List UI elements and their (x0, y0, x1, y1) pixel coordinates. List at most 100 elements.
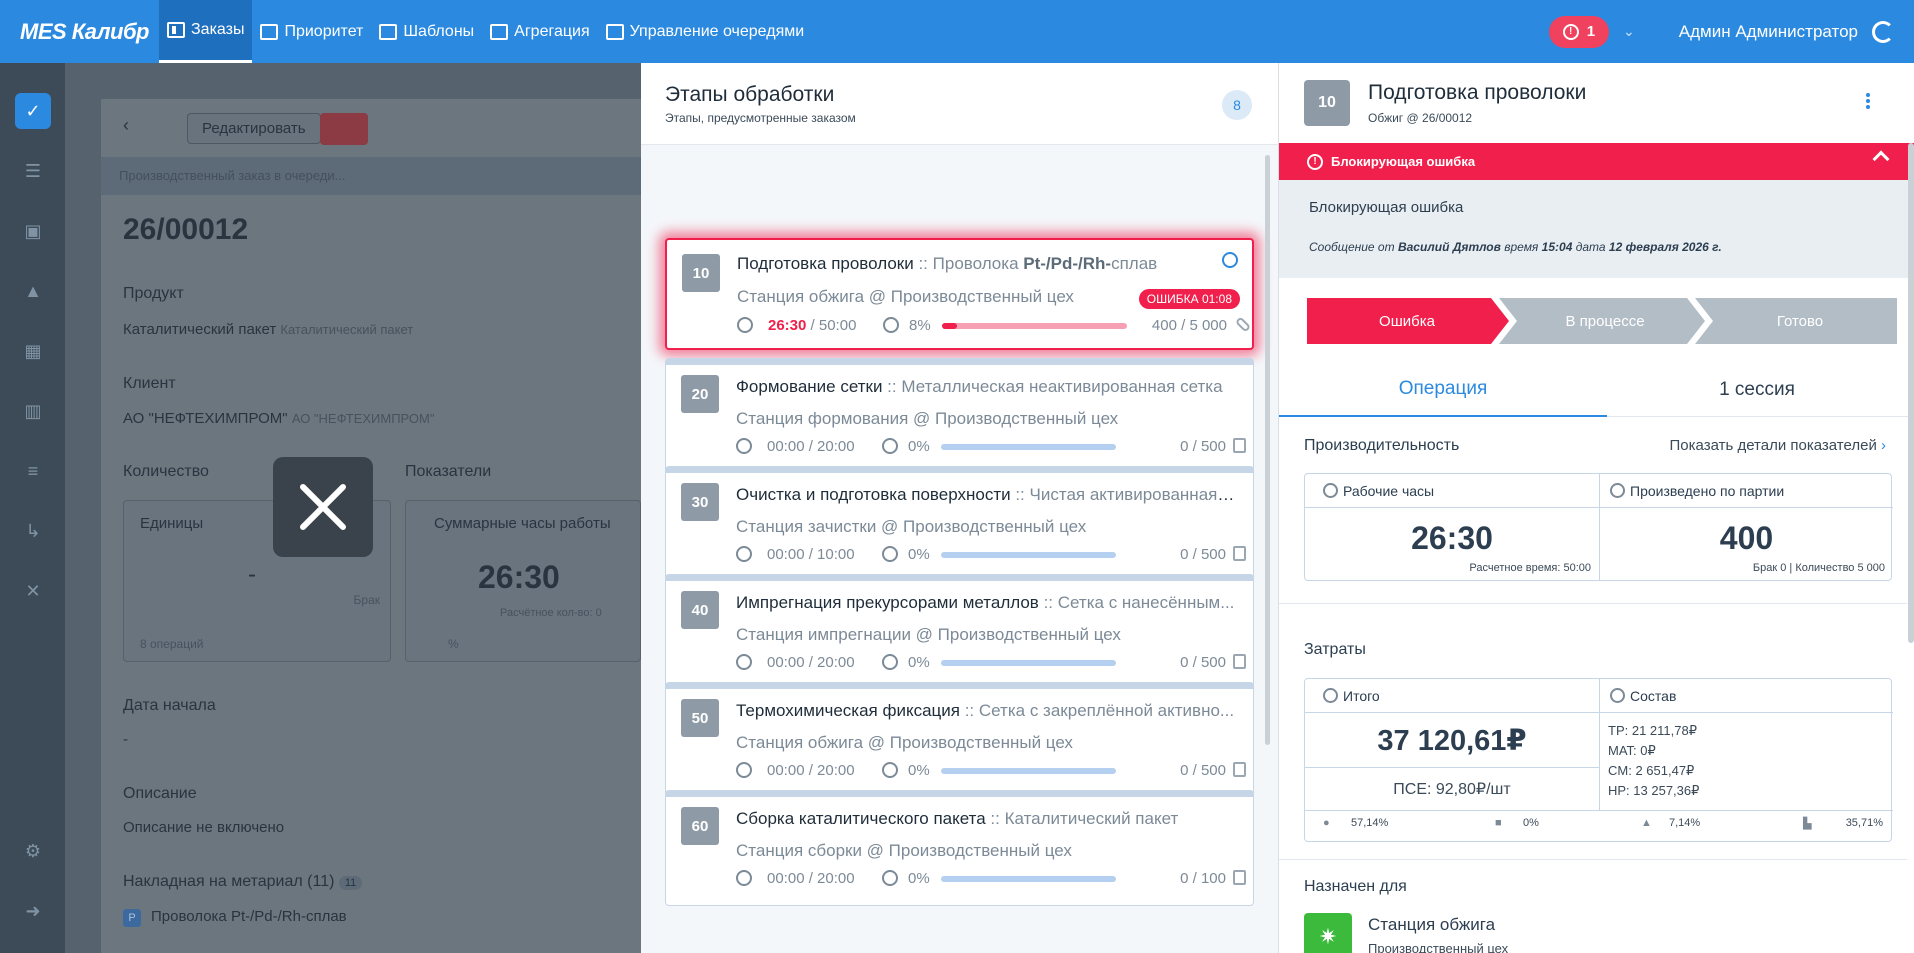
blocking-error-band[interactable]: ! Блокирующая ошибка (1279, 143, 1914, 180)
work-hours-value: 26:30 (1411, 520, 1493, 556)
stages-scrollbar[interactable] (1265, 155, 1270, 745)
back-icon[interactable]: ‹ (123, 115, 129, 136)
stage-card-40[interactable]: 40 Импрегнация прекурсорами металлов :: … (665, 574, 1254, 690)
assigned-station[interactable]: Станция обжига (1368, 915, 1495, 935)
tab-sessions[interactable]: 1 сессия (1607, 363, 1907, 417)
step-in-progress[interactable]: В процессе (1507, 298, 1703, 344)
top-navbar: MES Калибр Заказы Приоритет Шаблоны Агре… (0, 0, 1914, 63)
progress-pie-icon (882, 870, 898, 886)
stage-number: 60 (681, 807, 719, 845)
stage-metrics-row: 00:00 / 10:00 0% 0 / 500 (736, 545, 1246, 565)
show-metrics-link[interactable]: Показать детали показателей › (1670, 437, 1886, 454)
templates-icon (379, 23, 398, 40)
sidebar-filters-icon[interactable]: ☰ (15, 153, 51, 189)
nav-priority[interactable]: Приоритет (252, 0, 371, 63)
stage-material: Чистая активированная ... (1029, 485, 1236, 504)
copy-icon[interactable] (1233, 870, 1246, 885)
stage-percent: 0% (908, 870, 930, 887)
close-panel-button[interactable] (273, 457, 373, 557)
stage-title: Импрегнация прекурсорами металлов :: Сет… (736, 593, 1235, 612)
comp-tp: TP: 21 211,78₽ (1608, 723, 1697, 738)
alert-icon: ! (1562, 23, 1579, 40)
bom-item[interactable]: P Проволока Pt-/Pd-/Rh-сплав (123, 908, 347, 927)
orders-icon (167, 22, 185, 38)
logout-icon[interactable] (1872, 20, 1894, 43)
client-value-muted: АО "НЕФТЕХИМПРОМ" (291, 411, 435, 426)
nav-aggregation[interactable]: Агрегация (482, 0, 597, 63)
alert-count: 1 (1586, 23, 1596, 40)
stage-quantity: 0 / 500 (1180, 654, 1226, 671)
nav-orders[interactable]: Заказы (159, 0, 253, 63)
description-label: Описание (123, 785, 197, 802)
calc-label: Расчётное кол-во: 0 (500, 607, 602, 619)
composition-cell: Состав TP: 21 211,78₽ MAT: 0₽ CM: 2 651,… (1599, 679, 1893, 810)
factory-icon: ▙ (1803, 818, 1812, 830)
sidebar-stats-icon[interactable]: ▥ (15, 393, 51, 429)
stage-station: Станция обжига @ Производственный цех (736, 733, 1073, 752)
stage-percent: 0% (908, 546, 930, 563)
sidebar-route-icon[interactable]: ↳ (15, 513, 51, 549)
copy-icon[interactable] (1233, 438, 1246, 453)
stage-progress-fill (942, 323, 957, 329)
sidebar-save-icon[interactable]: ▣ (15, 213, 51, 249)
divider (1305, 810, 1893, 811)
comp-cm: CM: 2 651,47₽ (1608, 763, 1695, 778)
stage-station: Станция зачистки @ Производственный цех (736, 517, 1087, 536)
detail-scrollbar[interactable] (1908, 143, 1914, 643)
stage-progress-bar (941, 876, 1116, 882)
nav-templates[interactable]: Шаблоны (371, 0, 482, 63)
divider (1305, 767, 1599, 768)
stages-panel: Этапы обработки Этапы, предусмотренные з… (641, 63, 1278, 953)
stage-card-30[interactable]: 30 Очистка и подготовка поверхности :: Ч… (665, 466, 1254, 582)
copy-icon[interactable] (1233, 762, 1246, 777)
work-hours-note: Расчетное время: 50:00 (1469, 562, 1591, 574)
client-label: Клиент (123, 375, 176, 392)
sidebar-tools-icon[interactable]: ✕ (15, 573, 51, 609)
nav-templates-label: Шаблоны (403, 22, 475, 40)
error-text: Блокирующая ошибка (1309, 199, 1464, 216)
tab-operation[interactable]: Операция (1279, 363, 1607, 417)
stage-title-text: Очистка и подготовка поверхности (736, 485, 1011, 504)
tool-icon: ▲ (1641, 817, 1652, 829)
app-brand[interactable]: MES Калибр (0, 19, 159, 45)
stage-title-text: Термохимическая фиксация (736, 701, 960, 720)
stage-card-60[interactable]: 60 Сборка каталитического пакета :: Ката… (665, 790, 1254, 906)
edit-button[interactable]: Редактировать (187, 113, 321, 144)
copy-icon[interactable] (1233, 546, 1246, 561)
nav-queue-management[interactable]: Управление очередями (598, 0, 813, 63)
chevron-down-icon[interactable]: ⌄ (1623, 23, 1635, 40)
stage-material: Сетка с нанесённым... (1057, 593, 1235, 612)
sidebar-bars-icon[interactable]: ▦ (15, 333, 51, 369)
chevron-up-icon[interactable] (1872, 150, 1890, 168)
stage-material: Проволока Pt-/Pd-/Rh-сплав (933, 254, 1158, 273)
copy-icon[interactable] (1233, 654, 1246, 669)
product-value-text: Каталитический пакет (123, 321, 277, 338)
step-error[interactable]: Ошибка (1307, 298, 1507, 344)
sidebar-settings-icon[interactable]: ⚙ (15, 833, 51, 869)
stage-card-50[interactable]: 50 Термохимическая фиксация :: Сетка с з… (665, 682, 1254, 798)
stage-card-10[interactable]: 10 Подготовка проволоки :: Проволока Pt-… (665, 238, 1254, 350)
sidebar-orders-icon[interactable]: ✓ (15, 93, 51, 129)
stage-quantity: 0 / 100 (1180, 870, 1226, 887)
alerts-button[interactable]: ! 1 (1548, 15, 1610, 48)
user-menu[interactable]: Админ Администратор (1679, 22, 1858, 42)
stage-percent: 0% (908, 654, 930, 671)
product-value: Каталитический пакет Каталитический паке… (123, 321, 413, 338)
assigned-subtitle: Производственный цех (1368, 941, 1509, 953)
link-icon[interactable] (1222, 252, 1238, 268)
clock-icon (736, 762, 752, 778)
sidebar-exit-icon[interactable]: ➜ (15, 893, 51, 929)
sidebar-list-icon[interactable]: ≡ (15, 453, 51, 489)
stage-quantity: 400 / 5 000 (1151, 317, 1227, 334)
step-done[interactable]: Готово (1703, 298, 1897, 344)
more-menu-icon[interactable] (1866, 93, 1870, 109)
msg-date: 12 февраля 2026 г. (1608, 240, 1722, 254)
stage-number: 20 (681, 375, 719, 413)
stage-title: Формование сетки :: Металлическая неакти… (736, 377, 1223, 396)
delete-button[interactable] (320, 113, 368, 145)
status-band: Производственный заказ в очереди... (101, 157, 641, 195)
clock-icon (1323, 483, 1338, 498)
stage-card-20[interactable]: 20 Формование сетки :: Металлическая неа… (665, 358, 1254, 474)
produced-head: Произведено по партии (1600, 474, 1893, 508)
sidebar-chart-icon[interactable]: ▲ (15, 273, 51, 309)
